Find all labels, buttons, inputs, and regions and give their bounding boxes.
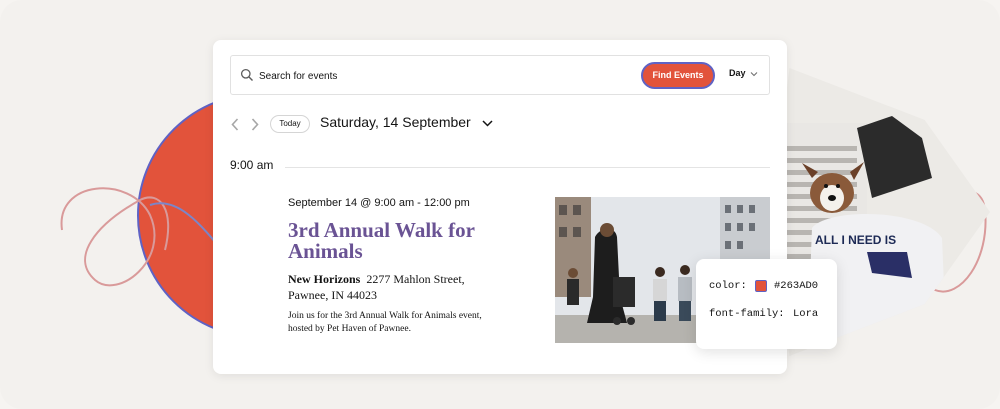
date-picker-title[interactable]: Saturday, 14 September [320, 114, 471, 130]
venue-address-line-1: 2277 Mahlon Street, [366, 272, 465, 286]
find-events-button[interactable]: Find Events [641, 62, 715, 89]
chevron-down-icon [750, 72, 758, 77]
stage: ALL I NEED IS Find Events Day [0, 0, 1000, 409]
shirt-text: ALL I NEED IS [815, 233, 896, 247]
today-button[interactable]: Today [270, 115, 310, 133]
event-description: Join us for the 3rd Annual Walk for Anim… [288, 311, 482, 334]
search-bar: Find Events Day [230, 55, 770, 95]
search-input[interactable] [259, 65, 629, 87]
search-icon [240, 68, 253, 81]
color-property-label: color: [709, 280, 747, 292]
venue-name: New Horizons [288, 272, 361, 286]
chevron-left-icon[interactable] [230, 118, 240, 131]
time-slot-divider [285, 167, 770, 168]
chevron-right-icon[interactable] [250, 118, 260, 131]
view-selector[interactable]: Day [729, 68, 758, 84]
font-property-label: font-family: [709, 308, 785, 320]
view-selector-label: Day [729, 68, 746, 78]
event-title[interactable]: 3rd Annual Walk for Animals [288, 220, 538, 262]
color-property-value: #263AD0 [774, 280, 819, 292]
color-swatch [755, 280, 767, 292]
time-slot-label: 9:00 am [230, 158, 274, 172]
font-property-value: Lora [793, 308, 819, 320]
venue-address-line-2: Pawnee, IN 44023 [288, 288, 377, 302]
event-venue: New Horizons 2277 Mahlon Street, Pawnee,… [288, 271, 518, 303]
event-datetime: September 14 @ 9:00 am - 12:00 pm [288, 197, 470, 209]
style-code-tooltip: color: #263AD0 font-family: Lora [696, 259, 837, 349]
chevron-down-icon[interactable] [482, 119, 493, 128]
